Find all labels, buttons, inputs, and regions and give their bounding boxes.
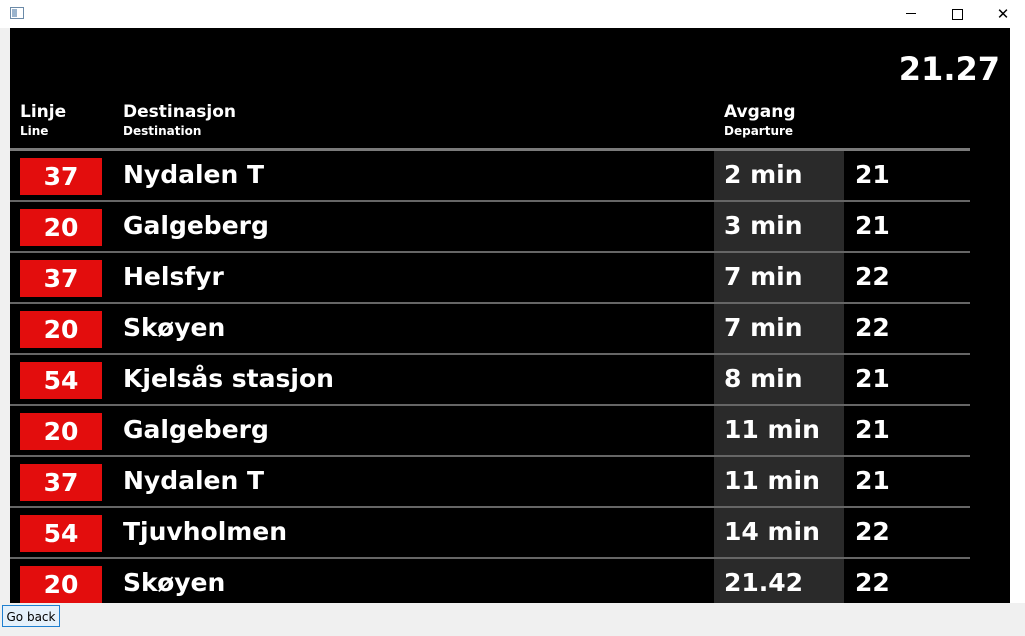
departure-time: 7 min — [724, 313, 803, 342]
destination-text: Galgeberg — [123, 415, 269, 444]
destination-text: Nydalen T — [123, 160, 265, 189]
departure-header: Avgang Departure — [724, 102, 796, 138]
departure-cell: 21.42 — [714, 559, 844, 603]
window-border — [1010, 28, 1025, 603]
departure-row: 20 Skøyen 7 min 22 — [10, 304, 970, 355]
platform-number: 21 — [855, 415, 890, 444]
bottom-bar: Go back — [0, 603, 1025, 636]
destination-header-sub: Destination — [123, 124, 202, 138]
line-badge: 37 — [20, 158, 102, 195]
departure-cell: 14 min — [714, 508, 844, 557]
destination-text: Galgeberg — [123, 211, 269, 240]
departure-row: 37 Nydalen T 2 min 21 — [10, 151, 970, 202]
close-button[interactable]: ✕ — [980, 0, 1025, 28]
line-header-sub: Line — [20, 124, 49, 138]
departure-row: 54 Tjuvholmen 14 min 22 — [10, 508, 970, 559]
departure-cell: 2 min — [714, 151, 844, 200]
departure-row: 37 Helsfyr 7 min 22 — [10, 253, 970, 304]
platform-number: 22 — [855, 568, 890, 597]
departure-time: 2 min — [724, 160, 803, 189]
line-badge: 20 — [20, 413, 102, 450]
departure-time: 21.42 — [724, 568, 804, 597]
minimize-icon — [906, 13, 916, 14]
destination-text: Skøyen — [123, 313, 226, 342]
title-bar: ✕ — [0, 0, 1025, 28]
destination-text: Skøyen — [123, 568, 226, 597]
departure-header-sub: Departure — [724, 124, 794, 138]
departure-row: 20 Galgeberg 11 min 21 — [10, 406, 970, 457]
destination-header-main: Destinasjon — [123, 102, 237, 122]
line-header: Linje Line — [20, 102, 66, 138]
departure-row: 20 Skøyen 21.42 22 — [10, 559, 970, 603]
departure-cell: 8 min — [714, 355, 844, 404]
departure-row: 37 Nydalen T 11 min 21 — [10, 457, 970, 508]
minimize-button[interactable] — [888, 0, 934, 28]
platform-number: 21 — [855, 364, 890, 393]
departure-cell: 7 min — [714, 304, 844, 353]
platform-number: 22 — [855, 313, 890, 342]
platform-number: 21 — [855, 211, 890, 240]
platform-number: 21 — [855, 466, 890, 495]
line-badge: 20 — [20, 209, 102, 246]
departure-cell: 3 min — [714, 202, 844, 251]
departure-cell: 7 min — [714, 253, 844, 302]
platform-number: 22 — [855, 262, 890, 291]
departure-row: 54 Kjelsås stasjon 8 min 21 — [10, 355, 970, 406]
destination-text: Kjelsås stasjon — [123, 364, 334, 393]
departure-time: 3 min — [724, 211, 803, 240]
line-header-main: Linje — [20, 102, 67, 122]
line-badge: 37 — [20, 464, 102, 501]
line-badge: 37 — [20, 260, 102, 297]
destination-text: Helsfyr — [123, 262, 224, 291]
departure-cell: 11 min — [714, 457, 844, 506]
destination-header: Destinasjon Destination — [123, 102, 236, 138]
maximize-button[interactable] — [934, 0, 980, 28]
departure-time: 8 min — [724, 364, 803, 393]
departure-header-main: Avgang — [724, 102, 796, 122]
clock: 21.27 — [898, 50, 1000, 88]
platform-number: 22 — [855, 517, 890, 546]
line-badge: 20 — [20, 311, 102, 348]
destination-text: Nydalen T — [123, 466, 265, 495]
line-badge: 20 — [20, 566, 102, 603]
platform-number: 21 — [855, 160, 890, 189]
departure-time: 7 min — [724, 262, 803, 291]
line-badge: 54 — [20, 362, 102, 399]
departure-row: 20 Galgeberg 3 min 21 — [10, 202, 970, 253]
departure-cell: 11 min — [714, 406, 844, 455]
departure-time: 11 min — [724, 466, 820, 495]
departure-time: 11 min — [724, 415, 820, 444]
maximize-icon — [952, 9, 963, 20]
app-icon — [10, 7, 24, 19]
go-back-button[interactable]: Go back — [2, 605, 60, 627]
departure-time: 14 min — [724, 517, 820, 546]
close-icon: ✕ — [996, 5, 1010, 23]
line-badge: 54 — [20, 515, 102, 552]
destination-text: Tjuvholmen — [123, 517, 288, 546]
departure-board: 21.27 Linje Line Destinasjon Destination… — [10, 28, 1010, 603]
